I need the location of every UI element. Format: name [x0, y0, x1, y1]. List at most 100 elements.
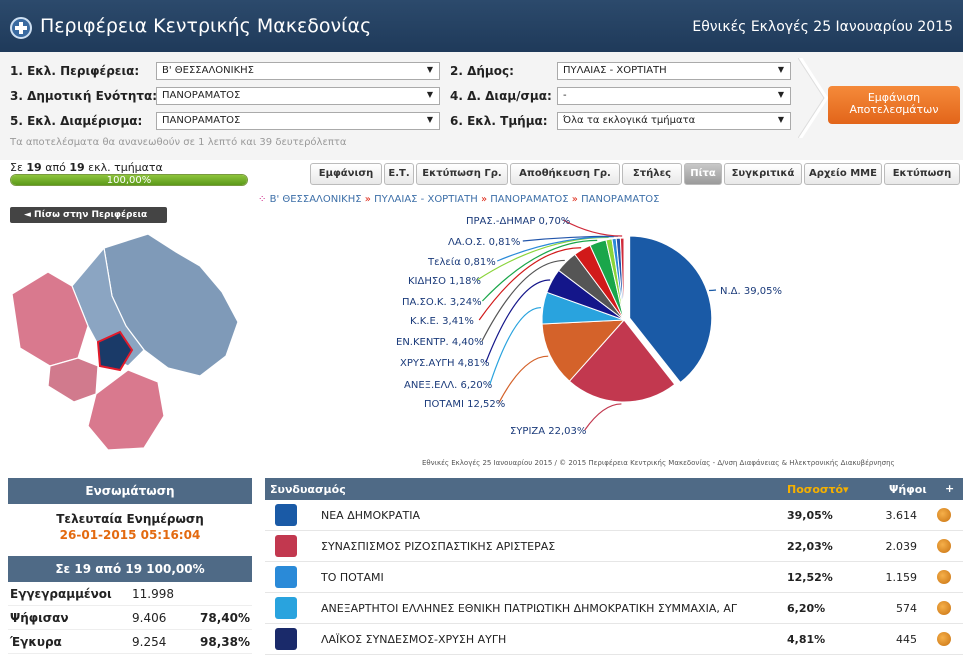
- party-name: ΑΝΕΞΑΡΤΗΤΟΙ ΕΛΛΗΝΕΣ ΕΘΝΙΚΗ ΠΑΤΡΙΩΤΙΚΗ ΔΗ…: [321, 602, 738, 615]
- refresh-note: Τα αποτελέσματα θα ανανεωθούν σε 1 λεπτό…: [10, 137, 347, 148]
- details-icon[interactable]: [937, 539, 951, 553]
- progress-total: 19: [69, 161, 85, 174]
- pie-leader-line: [498, 355, 549, 404]
- pie-leader-line: [562, 219, 623, 237]
- results-table: Συνδυασμός Ποσοστό▾ Ψήφοι + ΝΕΑ ΔΗΜΟΚΡΑΤ…: [265, 478, 963, 657]
- toolbar-print-button[interactable]: Εκτύπωση: [884, 163, 960, 185]
- stats-header: Ενσωμάτωση: [8, 478, 252, 504]
- party-logo-icon: [275, 504, 297, 526]
- toolbar-et-button[interactable]: Ε.Τ.: [384, 163, 414, 185]
- pie-leader-line: [584, 403, 622, 431]
- stats-row-value: 11.998: [132, 587, 174, 601]
- show-results-button[interactable]: Εμφάνιση Αποτελεσμάτων: [828, 86, 960, 124]
- party-name: ΛΑΪΚΟΣ ΣΥΝΔΕΣΜΟΣ-ΧΡΥΣΗ ΑΥΓΗ: [321, 633, 507, 646]
- breadcrumb-sep-1: »: [364, 194, 371, 205]
- map-area-west-2[interactable]: [47, 357, 99, 403]
- party-logo-icon: [275, 597, 297, 619]
- pie-leader-line: [709, 289, 717, 292]
- stats-count: Σε 19 από 19 100,00%: [8, 556, 252, 582]
- result-row[interactable]: ΝΕΑ ΔΗΜΟΚΡΑΤΙΑ 39,05% 3.614: [265, 500, 963, 531]
- filter-label-station: 6. Εκλ. Τμήμα:: [450, 114, 548, 128]
- breadcrumb-sep-2: »: [480, 194, 488, 205]
- show-results-line2: Αποτελεσμάτων: [849, 103, 939, 116]
- pie-label: ΑΝΕΞ.ΕΛΛ. 6,20%: [404, 380, 492, 391]
- details-icon[interactable]: [937, 570, 951, 584]
- col-votes-header[interactable]: Ψήφοι: [889, 483, 927, 496]
- map-area-south[interactable]: [87, 369, 165, 451]
- col-percent-header[interactable]: Ποσοστό▾: [787, 483, 849, 496]
- party-percent: 22,03%: [787, 540, 833, 553]
- pie-label: ΕΝ.ΚΕΝΤΡ. 4,40%: [396, 337, 484, 348]
- toolbar-compare-button[interactable]: Συγκριτικά: [724, 163, 802, 185]
- app-header: Περιφέρεια Κεντρικής Μακεδονίας Εθνικές …: [0, 0, 963, 52]
- filter-label-district: 4. Δ. Διαμ/σμα:: [450, 89, 552, 103]
- result-row[interactable]: ΛΑΪΚΟΣ ΣΥΝΔΕΣΜΟΣ-ΧΡΥΣΗ ΑΥΓΗ 4,81% 445: [265, 624, 963, 655]
- progress-mid: από: [41, 161, 70, 174]
- breadcrumb: ⁘ Β' ΘΕΣΣΑΛΟΝΙΚΗΣ » ΠΥΛΑΙΑΣ - ΧΟΡΤΙΑΤΗ »…: [258, 194, 659, 205]
- party-percent: 4,81%: [787, 633, 826, 646]
- stats-row-label: Εγγεγραμμένοι: [10, 587, 112, 601]
- results-header: Συνδυασμός Ποσοστό▾ Ψήφοι +: [265, 478, 963, 500]
- breadcrumb-sep-3: »: [571, 194, 578, 205]
- pie-leader-line: [489, 307, 541, 385]
- party-votes: 2.039: [885, 540, 918, 553]
- pie-label: ΠΟΤΑΜΙ 12,52%: [424, 399, 505, 410]
- breadcrumb-item-1[interactable]: Β' ΘΕΣΣΑΛΟΝΙΚΗΣ: [270, 194, 362, 205]
- stats-row-label: Έγκυρα: [10, 635, 62, 649]
- toolbar-pie-button[interactable]: Πίτα: [684, 163, 722, 185]
- col-party-header[interactable]: Συνδυασμός: [270, 483, 346, 496]
- select-district[interactable]: -: [557, 87, 791, 105]
- pie-label: ΠΑ.ΣΟ.Κ. 3,24%: [402, 297, 482, 308]
- breadcrumb-dots-icon: ⁘: [258, 194, 267, 205]
- stats-row-value: 9.254: [132, 635, 167, 649]
- select-section[interactable]: ΠΑΝΟΡΑΜΑΤΟΣ: [156, 112, 440, 130]
- details-icon[interactable]: [937, 601, 951, 615]
- toolbar-save-chart-button[interactable]: Αποθήκευση Γρ.: [510, 163, 620, 185]
- breadcrumb-item-2[interactable]: ΠΥΛΑΙΑΣ - ΧΟΡΤΙΑΤΗ: [374, 194, 478, 205]
- stats-row: Ψήφισαν 9.406 78,40%: [8, 606, 252, 630]
- party-votes: 445: [896, 633, 917, 646]
- result-row[interactable]: ΤΟ ΠΟΤΑΜΙ 12,52% 1.159: [265, 562, 963, 593]
- add-column-button[interactable]: +: [945, 482, 954, 495]
- party-logo-icon: [275, 628, 297, 650]
- result-row[interactable]: ΣΥΝΑΣΠΙΣΜΟΣ ΡΙΖΟΣΠΑΣΤΙΚΗΣ ΑΡΙΣΤΕΡΑΣ 22,03…: [265, 531, 963, 562]
- back-to-region-button[interactable]: ◄ Πίσω στην Περιφέρεια: [10, 207, 167, 223]
- details-icon[interactable]: [937, 508, 951, 522]
- party-votes: 574: [896, 602, 917, 615]
- party-votes: 1.159: [885, 571, 918, 584]
- last-update-box: Τελευταία Ενημέρωση 26-01-2015 05:16:04: [8, 504, 252, 556]
- toolbar-media-file-button[interactable]: Αρχείο ΜΜΕ: [804, 163, 882, 185]
- filter-panel: 1. Εκλ. Περιφέρεια: Β' ΘΕΣΣΑΛΟΝΙΚΗΣ 2. Δ…: [0, 52, 963, 160]
- party-name: ΤΟ ΠΟΤΑΜΙ: [321, 571, 384, 584]
- pie-label: ΣΥΡΙΖΑ 22,03%: [510, 426, 586, 437]
- party-votes: 3.614: [885, 509, 918, 522]
- details-icon[interactable]: [937, 632, 951, 646]
- select-region[interactable]: Β' ΘΕΣΣΑΛΟΝΙΚΗΣ: [156, 62, 440, 80]
- party-name: ΝΕΑ ΔΗΜΟΚΡΑΤΙΑ: [321, 509, 421, 522]
- pie-label: ΛΑ.Ο.Σ. 0,81%: [448, 237, 520, 248]
- pie-label: ΚΙΔΗΣΟ 1,18%: [408, 276, 481, 287]
- party-name: ΣΥΝΑΣΠΙΣΜΟΣ ΡΙΖΟΣΠΑΣΤΙΚΗΣ ΑΡΙΣΤΕΡΑΣ: [321, 540, 556, 553]
- result-row[interactable]: ΑΝΕΞΑΡΤΗΤΟΙ ΕΛΛΗΝΕΣ ΕΘΝΙΚΗ ΠΑΤΡΙΩΤΙΚΗ ΔΗ…: [265, 593, 963, 624]
- select-municipality[interactable]: ΠΥΛΑΙΑΣ - ΧΟΡΤΙΑΤΗ: [557, 62, 791, 80]
- stats-row-label: Ψήφισαν: [10, 611, 69, 625]
- toolbar-print-chart-button[interactable]: Εκτύπωση Γρ.: [416, 163, 508, 185]
- stats-row-value: 9.406: [132, 611, 167, 625]
- region-logo-icon: [10, 17, 32, 39]
- sort-desc-icon: ▾: [843, 483, 849, 496]
- select-station[interactable]: Όλα τα εκλογικά τμήματα: [557, 112, 791, 130]
- toolbar-columns-button[interactable]: Στήλες: [622, 163, 682, 185]
- pie-chart: Ν.Δ. 39,05% ΣΥΡΙΖΑ 22,03% ΠΟΤΑΜΙ 12,52% ΑΝΕ…: [396, 216, 782, 437]
- toolbar-show-button[interactable]: Εμφάνιση: [310, 163, 382, 185]
- party-logo-icon: [275, 566, 297, 588]
- district-map: [11, 233, 239, 451]
- pie-label: Κ.Κ.Ε. 3,41%: [410, 316, 474, 327]
- filter-label-unit: 3. Δημοτική Ενότητα:: [10, 89, 158, 103]
- select-unit[interactable]: ΠΑΝΟΡΑΜΑΤΟΣ: [156, 87, 440, 105]
- filter-label-region: 1. Εκλ. Περιφέρεια:: [10, 64, 140, 78]
- party-percent: 39,05%: [787, 509, 833, 522]
- stats-row: Έγκυρα 9.254 98,38%: [8, 630, 252, 654]
- chevron-divider-icon: [798, 58, 828, 138]
- breadcrumb-item-3[interactable]: ΠΑΝΟΡΑΜΑΤΟΣ: [490, 194, 568, 205]
- breadcrumb-item-4[interactable]: ΠΑΝΟΡΑΜΑΤΟΣ: [581, 194, 659, 205]
